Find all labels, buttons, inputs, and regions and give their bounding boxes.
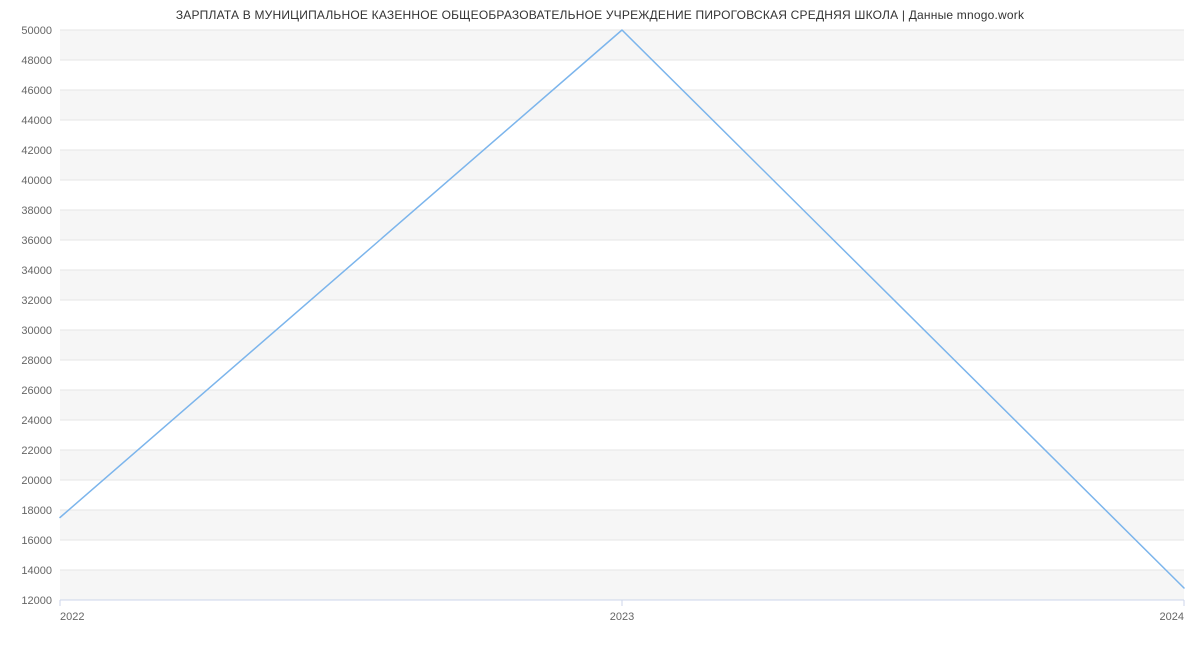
chart-container: ЗАРПЛАТА В МУНИЦИПАЛЬНОЕ КАЗЕННОЕ ОБЩЕОБ… xyxy=(0,0,1200,650)
svg-text:28000: 28000 xyxy=(21,355,52,367)
svg-text:2022: 2022 xyxy=(60,611,84,623)
svg-text:22000: 22000 xyxy=(21,445,52,457)
x-ticks: 2022 2023 2024 xyxy=(60,600,1184,623)
svg-text:20000: 20000 xyxy=(21,475,52,487)
svg-text:26000: 26000 xyxy=(21,385,52,397)
chart-title: ЗАРПЛАТА В МУНИЦИПАЛЬНОЕ КАЗЕННОЕ ОБЩЕОБ… xyxy=(0,8,1200,22)
svg-text:50000: 50000 xyxy=(21,25,52,37)
svg-text:14000: 14000 xyxy=(21,565,52,577)
svg-text:2024: 2024 xyxy=(1160,611,1184,623)
svg-text:18000: 18000 xyxy=(21,505,52,517)
plot-area: 1200014000160001800020000220002400026000… xyxy=(60,30,1190,600)
grid xyxy=(60,30,1184,600)
svg-text:46000: 46000 xyxy=(21,85,52,97)
chart-svg: 1200014000160001800020000220002400026000… xyxy=(60,30,1190,630)
svg-text:24000: 24000 xyxy=(21,415,52,427)
svg-text:16000: 16000 xyxy=(21,535,52,547)
svg-text:44000: 44000 xyxy=(21,115,52,127)
svg-text:40000: 40000 xyxy=(21,175,52,187)
svg-text:2023: 2023 xyxy=(610,611,634,623)
y-ticks: 12000 14000 16000 18000 20000 22000 24000 26000… xyxy=(21,25,52,607)
svg-text:30000: 30000 xyxy=(21,325,52,337)
svg-text:36000: 36000 xyxy=(21,235,52,247)
svg-text:38000: 38000 xyxy=(21,205,52,217)
svg-text:32000: 32000 xyxy=(21,295,52,307)
svg-text:34000: 34000 xyxy=(21,265,52,277)
svg-text:48000: 48000 xyxy=(21,55,52,67)
svg-text:42000: 42000 xyxy=(21,145,52,157)
svg-text:12000: 12000 xyxy=(21,595,52,607)
